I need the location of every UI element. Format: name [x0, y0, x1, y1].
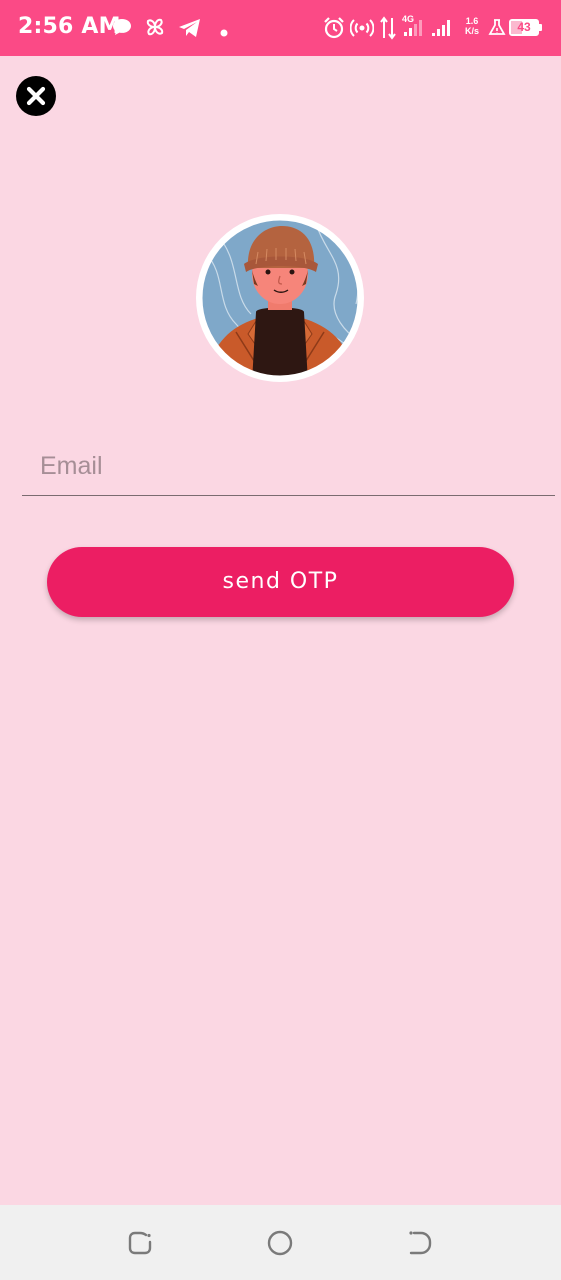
alarm-icon [322, 16, 346, 45]
send-otp-button[interactable]: send OTP [47, 547, 514, 617]
signal-icon: 4G [400, 13, 426, 44]
close-icon [26, 86, 46, 106]
hotspot-icon [349, 17, 375, 44]
home-icon[interactable] [266, 1229, 294, 1257]
battery-icon: 43 [509, 19, 539, 36]
vpn-flask-icon [488, 18, 506, 41]
data-arrows-icon [380, 16, 396, 45]
send-otp-label: send OTP [222, 569, 339, 594]
nav-bar [0, 1205, 561, 1280]
net-speed: 1.6 K/s [462, 16, 482, 36]
net-speed-unit: K/s [464, 26, 479, 36]
user-avatar-illustration [199, 217, 361, 379]
recent-apps-icon[interactable] [126, 1229, 154, 1257]
net-speed-value: 1.6 [465, 16, 479, 26]
telegram-icon [178, 17, 202, 44]
chat-bubble-icon [112, 18, 132, 41]
status-time: 2:56 AM [18, 14, 121, 39]
status-bar: 2:56 AM 4G 1.6 K/s 43 [0, 0, 561, 56]
email-field[interactable] [22, 438, 555, 496]
avatar[interactable] [196, 214, 364, 382]
pinwheel-icon [144, 16, 166, 43]
signal-icon [430, 16, 454, 43]
network-type-label: 4G [402, 14, 414, 24]
battery-tip [539, 24, 542, 31]
email-input[interactable] [40, 448, 540, 484]
close-button[interactable] [16, 76, 56, 116]
battery-level: 43 [517, 20, 531, 34]
back-icon[interactable] [406, 1229, 434, 1257]
notification-dot-icon [220, 24, 228, 42]
